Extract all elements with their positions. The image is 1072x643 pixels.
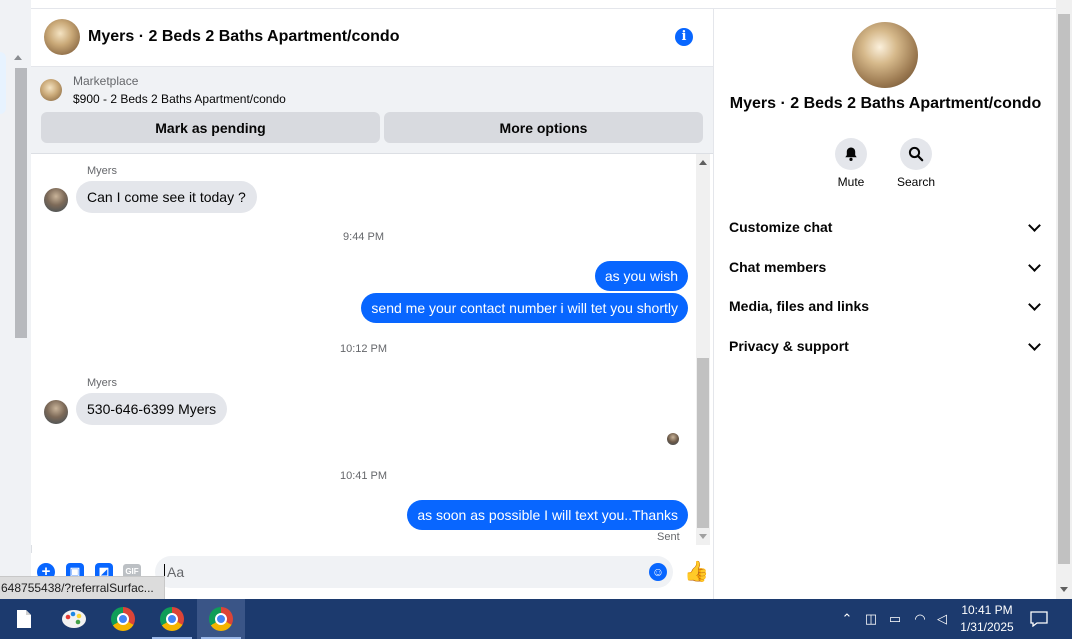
section-label: Customize chat bbox=[729, 219, 833, 235]
conversation-info-panel: Myers · 2 Beds 2 Baths Apartment/condo M… bbox=[713, 9, 1057, 599]
system-clock[interactable]: 10:41 PM 1/31/2025 bbox=[948, 602, 1026, 636]
paint-icon[interactable] bbox=[50, 599, 98, 639]
section-label: Chat members bbox=[729, 259, 827, 275]
message-input[interactable] bbox=[155, 556, 673, 588]
chat-avatar[interactable] bbox=[44, 19, 80, 55]
notification-icon bbox=[1030, 611, 1048, 628]
chevron-down-icon bbox=[1028, 298, 1041, 311]
marketplace-banner: Marketplace $900 - 2 Beds 2 Baths Apartm… bbox=[31, 67, 713, 154]
status-bar-url: 648755438/?referralSurfac... bbox=[0, 576, 165, 600]
left-nav-highlight bbox=[0, 52, 6, 114]
message-status: Sent bbox=[657, 531, 680, 543]
chrome-logo bbox=[111, 607, 135, 631]
chat-title[interactable]: Myers · 2 Beds 2 Baths Apartment/condo bbox=[88, 28, 399, 46]
chevron-up-icon[interactable]: ⌃ bbox=[838, 599, 856, 639]
message-scrollbar[interactable] bbox=[696, 154, 710, 545]
chrome-profile-icon[interactable] bbox=[197, 599, 245, 639]
clock-date: 1/31/2025 bbox=[960, 620, 1014, 634]
chrome-icon[interactable] bbox=[99, 599, 147, 639]
chevron-down-icon bbox=[1028, 219, 1041, 232]
search-label: Search bbox=[896, 175, 936, 189]
avatar[interactable] bbox=[44, 400, 68, 424]
thumbs-up-icon[interactable]: 👍 bbox=[684, 561, 709, 583]
message-scrollbar-thumb[interactable] bbox=[697, 358, 709, 528]
scroll-up-arrow-icon[interactable] bbox=[699, 160, 707, 165]
scroll-down-arrow-icon[interactable] bbox=[699, 534, 707, 539]
seen-indicator-avatar bbox=[667, 433, 679, 445]
clock-time: 10:41 PM bbox=[961, 603, 1013, 617]
privacy-support-section[interactable]: Privacy & support bbox=[729, 338, 1041, 358]
outgoing-message[interactable]: as soon as possible I will text you..Tha… bbox=[407, 500, 688, 530]
chrome-profile-a-icon[interactable] bbox=[148, 599, 196, 639]
chevron-down-icon bbox=[1028, 338, 1041, 351]
page-scrollbar[interactable] bbox=[1056, 0, 1072, 599]
top-bar bbox=[31, 0, 1056, 9]
search-icon bbox=[908, 146, 924, 162]
incoming-message[interactable]: Can I come see it today ? bbox=[76, 181, 257, 213]
windows-taskbar: ⌃ ◫ ▭ ◠ ◁ 10:41 PM 1/31/2025 bbox=[0, 599, 1072, 639]
timestamp: 10:12 PM bbox=[339, 343, 388, 355]
paint-icon bbox=[62, 610, 86, 628]
mute-button[interactable] bbox=[835, 138, 867, 170]
left-scrollbar-thumb[interactable] bbox=[15, 68, 27, 338]
left-scroll-region bbox=[0, 0, 32, 599]
outgoing-message[interactable]: as you wish bbox=[594, 261, 688, 291]
mute-label: Mute bbox=[837, 175, 865, 189]
conversation-avatar[interactable] bbox=[852, 22, 918, 88]
timestamp: 9:44 PM bbox=[343, 231, 384, 243]
marketplace-label: Marketplace bbox=[73, 74, 139, 88]
section-label: Media, files and links bbox=[729, 298, 870, 314]
message-list: Myers Can I come see it today ? 9:44 PM … bbox=[31, 154, 696, 545]
chrome-logo bbox=[209, 607, 233, 631]
media-files-links-section[interactable]: Media, files and links bbox=[729, 298, 1041, 318]
chat-members-section[interactable]: Chat members bbox=[729, 259, 1041, 279]
scroll-down-arrow-icon[interactable] bbox=[1060, 587, 1068, 592]
chat-header: Myers · 2 Beds 2 Baths Apartment/condo i bbox=[31, 9, 713, 67]
sender-name: Myers bbox=[87, 377, 117, 389]
timestamp: 10:41 PM bbox=[339, 470, 388, 482]
more-options-button[interactable]: More options bbox=[384, 112, 703, 143]
section-label: Privacy & support bbox=[729, 338, 849, 354]
listing-thumbnail[interactable] bbox=[40, 79, 62, 101]
info-icon[interactable]: i bbox=[675, 28, 693, 46]
outgoing-message[interactable]: send me your contact number i will tet y… bbox=[361, 293, 688, 323]
avatar[interactable] bbox=[44, 188, 68, 212]
emoji-icon[interactable]: ☺ bbox=[649, 563, 667, 581]
panel-title: Myers · 2 Beds 2 Baths Apartment/condo bbox=[729, 95, 1042, 112]
file-icon bbox=[17, 610, 31, 628]
file-icon[interactable] bbox=[0, 599, 48, 639]
customize-chat-section[interactable]: Customize chat bbox=[729, 219, 1041, 239]
search-button[interactable] bbox=[900, 138, 932, 170]
meet-now-icon[interactable]: ◫ bbox=[861, 599, 881, 639]
mark-as-pending-button[interactable]: Mark as pending bbox=[41, 112, 380, 143]
chevron-down-icon bbox=[1028, 259, 1041, 272]
scroll-up-arrow-icon[interactable] bbox=[14, 55, 22, 60]
notification-icon[interactable] bbox=[1028, 599, 1050, 639]
battery-icon[interactable]: ▭ bbox=[885, 599, 905, 639]
listing-title[interactable]: $900 - 2 Beds 2 Baths Apartment/condo bbox=[73, 92, 286, 106]
chrome-logo bbox=[160, 607, 184, 631]
page-scrollbar-thumb[interactable] bbox=[1058, 14, 1070, 564]
sender-name: Myers bbox=[87, 165, 117, 177]
bell-icon bbox=[845, 147, 857, 161]
incoming-message[interactable]: 530-646-6399 Myers bbox=[76, 393, 228, 425]
wifi-icon[interactable]: ◠ bbox=[909, 599, 931, 639]
